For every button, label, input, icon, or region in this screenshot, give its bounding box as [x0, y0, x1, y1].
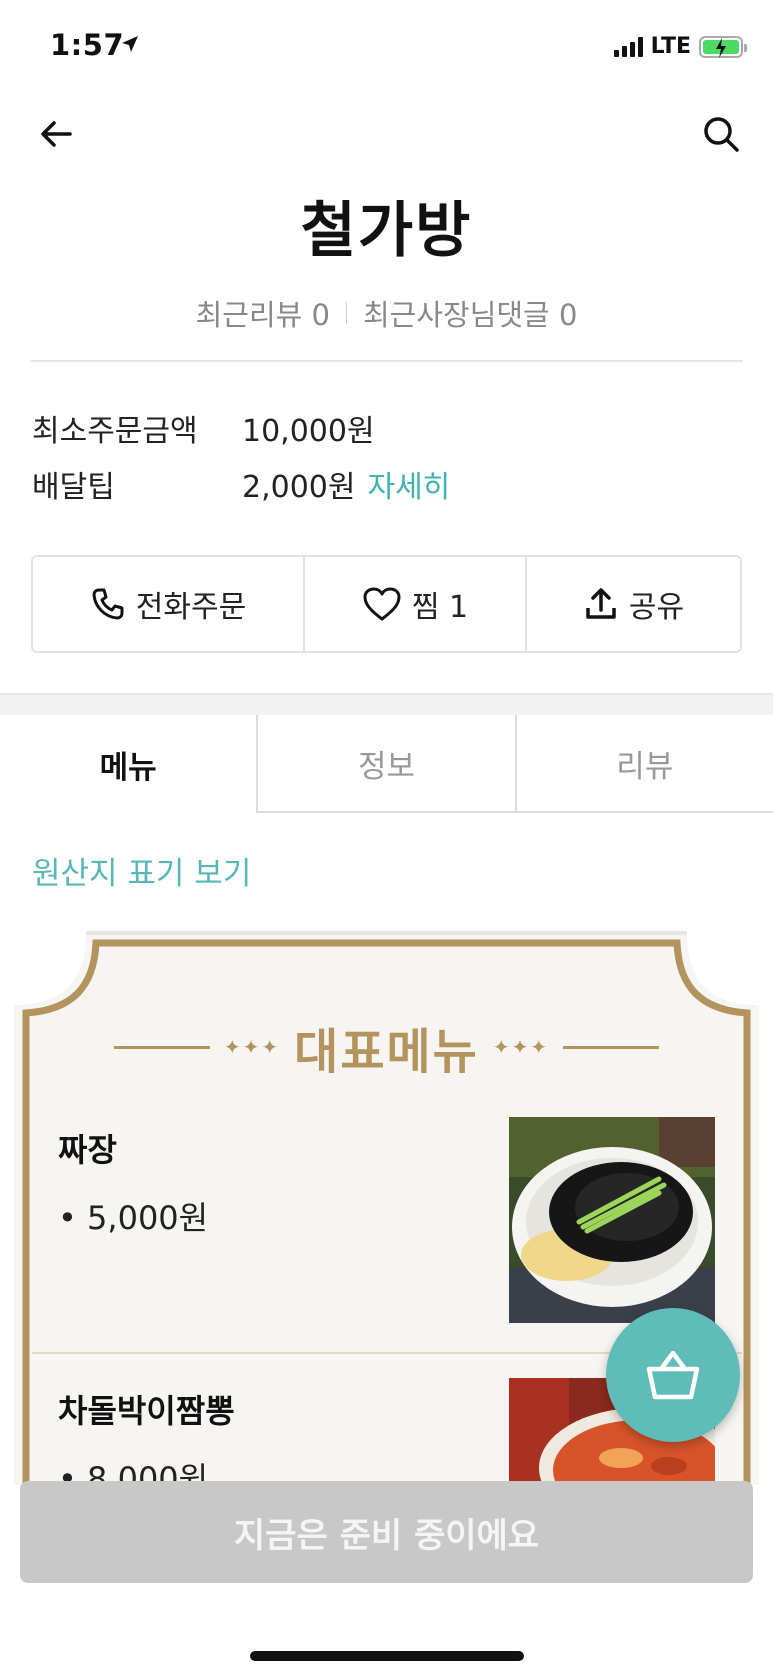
recent-reviews[interactable]: 최근리뷰 0	[196, 292, 330, 334]
network-label: LTE	[650, 34, 691, 59]
menu-item-name: 차돌박이짬뽕	[58, 1392, 235, 1430]
back-button[interactable]	[34, 112, 78, 156]
store-title: 철가방	[300, 196, 473, 266]
section-divider	[0, 693, 773, 715]
tab-info[interactable]: 정보	[256, 715, 515, 813]
diamond-ornament: ✦✦✦	[492, 1035, 550, 1059]
min-order-row: 최소주문금액 10,000원	[32, 406, 375, 450]
recent-owner-comments[interactable]: 최근사장님댓글 0	[363, 292, 577, 334]
tab-reviews[interactable]: 리뷰	[514, 715, 773, 813]
battery-icon	[699, 35, 747, 58]
tab-menu[interactable]: 메뉴	[0, 715, 256, 813]
menu-item[interactable]: 짜장 • 5,000원	[58, 1125, 208, 1239]
share-button[interactable]: 공유	[525, 557, 740, 651]
status-bar: 1:57 LTE	[0, 0, 773, 96]
tab-bar: 메뉴 정보 리뷰	[0, 715, 773, 813]
decorative-line	[113, 1045, 210, 1049]
status-time: 1:57	[50, 28, 125, 62]
favorite-label: 찜 1	[411, 590, 469, 625]
status-indicators: LTE	[613, 34, 747, 59]
delivery-tip-value: 2,000원	[242, 470, 356, 505]
basket-icon	[646, 1350, 700, 1400]
search-button[interactable]	[699, 112, 743, 156]
phone-order-button[interactable]: 전화주문	[33, 557, 303, 651]
jjajang-photo[interactable]	[509, 1117, 715, 1323]
cart-button[interactable]	[606, 1308, 740, 1442]
decorative-line	[563, 1045, 660, 1049]
min-order-value: 10,000원	[242, 414, 375, 449]
search-icon	[704, 117, 739, 152]
divider	[30, 360, 743, 362]
signal-icon	[613, 36, 643, 57]
delivery-tip-label: 배달팁	[32, 470, 115, 505]
heart-icon	[363, 587, 401, 621]
origin-info-link[interactable]: 원산지 표기 보기	[32, 848, 251, 893]
delivery-tip-detail-link[interactable]: 자세히	[367, 462, 450, 506]
favorite-button[interactable]: 찜 1	[303, 557, 525, 651]
action-bar: 전화주문 찜 1 공유	[31, 555, 742, 653]
location-arrow-icon	[120, 34, 140, 58]
phone-order-label: 전화주문	[135, 590, 247, 625]
phone-icon	[92, 588, 124, 620]
menu-item-price: • 5,000원	[58, 1199, 209, 1237]
home-indicator	[250, 1651, 524, 1661]
delivery-tip-row: 배달팁 2,000원 자세히	[32, 462, 450, 506]
share-icon	[586, 588, 616, 619]
min-order-label: 최소주문금액	[32, 414, 198, 449]
featured-menu-title: 대표메뉴	[294, 1024, 479, 1080]
featured-menu-header: ✦✦✦ 대표메뉴 ✦✦✦	[0, 1012, 773, 1082]
arrow-left-icon	[41, 121, 72, 147]
divider	[345, 302, 347, 324]
diamond-ornament: ✦✦✦	[223, 1035, 281, 1059]
share-label: 공유	[628, 590, 685, 625]
order-cta-button[interactable]: 지금은 준비 중이에요	[20, 1481, 753, 1583]
menu-item-name: 짜장	[58, 1131, 117, 1169]
review-summary: 최근리뷰 0 최근사장님댓글 0	[0, 292, 773, 334]
